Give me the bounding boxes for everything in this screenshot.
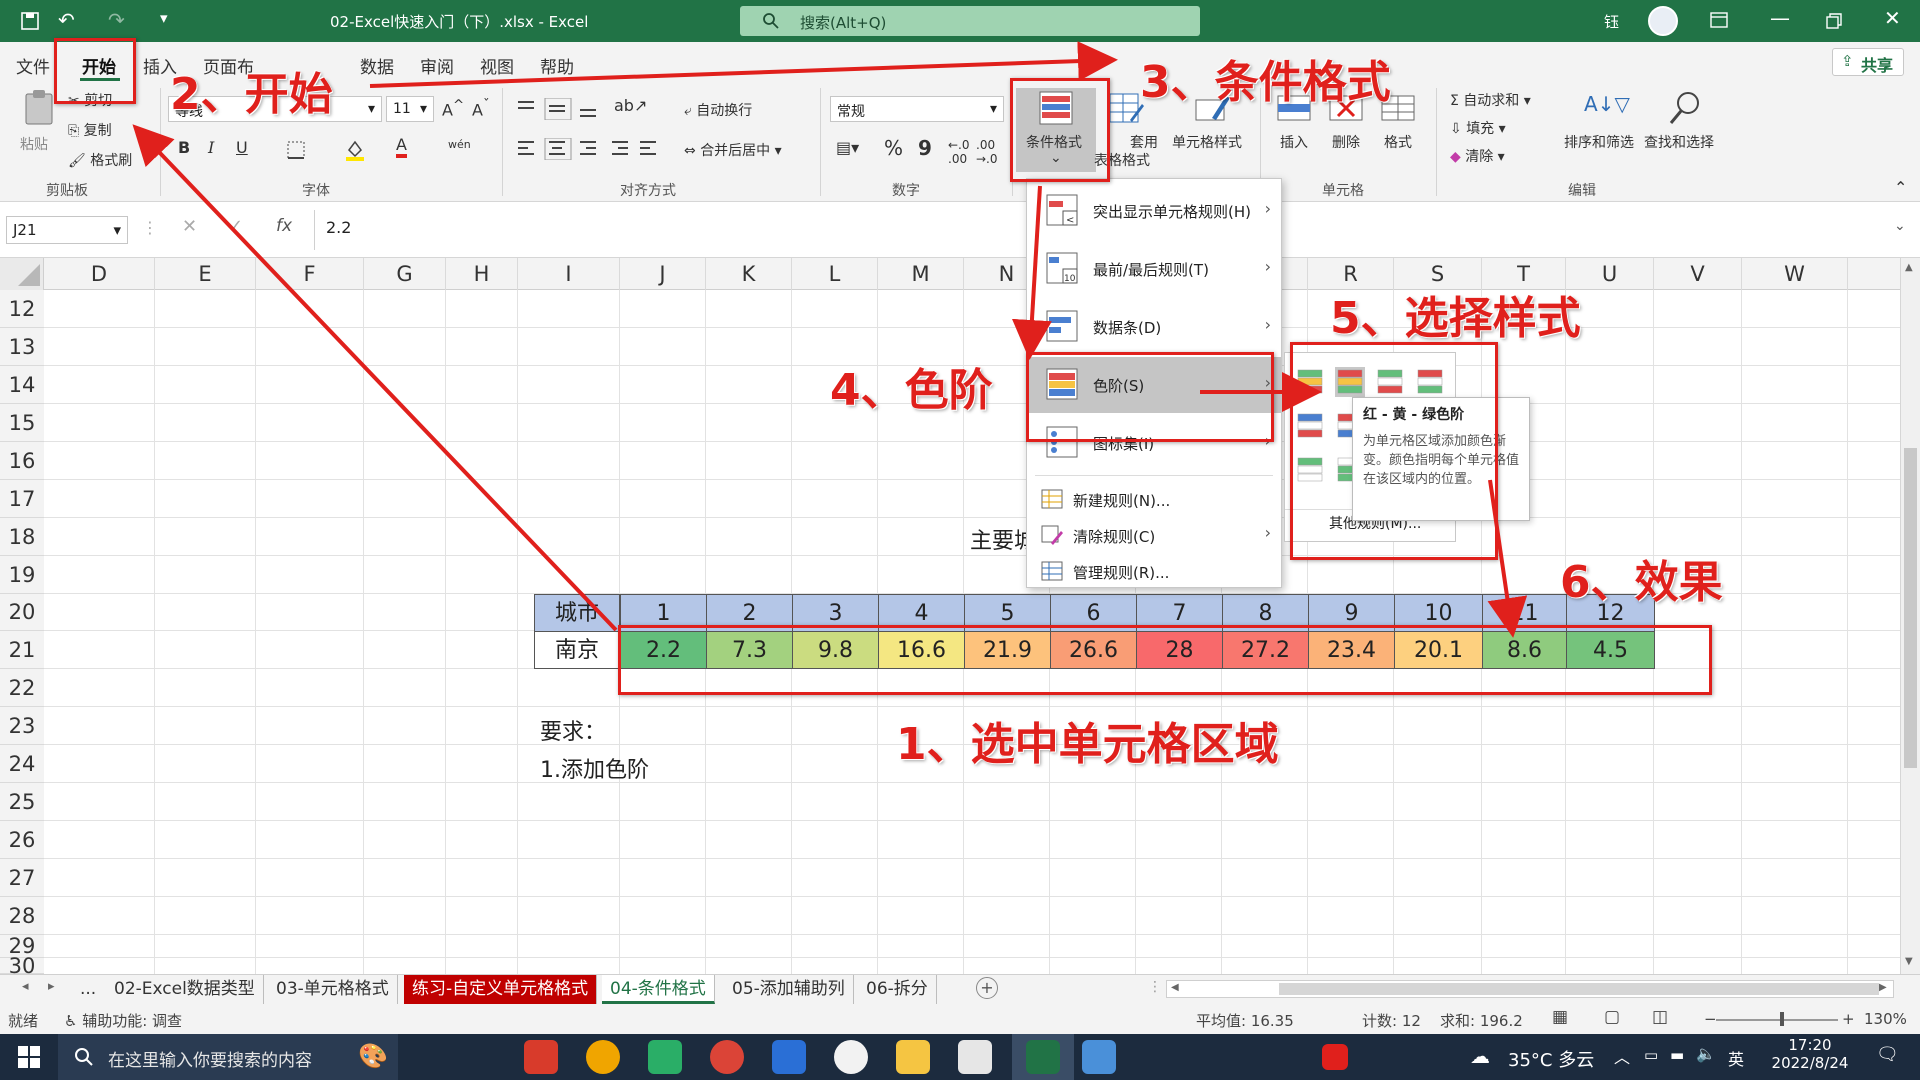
sheet-tab[interactable]: 06-拆分 bbox=[858, 975, 937, 1004]
annotation-arrows bbox=[132, 41, 1528, 638]
search-icon bbox=[75, 1048, 93, 1066]
chrome-icon[interactable] bbox=[710, 1040, 744, 1074]
annotation-step-2: 2、开始 bbox=[170, 69, 333, 120]
ime-indicator[interactable]: 英 bbox=[1728, 1046, 1744, 1070]
page-layout-view-icon[interactable]: ▢ bbox=[1604, 1007, 1620, 1027]
clock[interactable]: 17:20 2022/8/24 bbox=[1768, 1036, 1852, 1072]
sheet-tabs-bar: ◂ ▸ ... 02-Excel数据类型 03-单元格格式 练习-自定义单元格格… bbox=[0, 974, 1920, 1004]
volume-icon[interactable]: 🔈 bbox=[1696, 1044, 1716, 1063]
file-explorer-icon[interactable] bbox=[896, 1040, 930, 1074]
page-break-view-icon[interactable]: ◫ bbox=[1652, 1007, 1668, 1027]
taskbar-search[interactable]: 在这里输入你要搜索的内容 🎨 bbox=[58, 1034, 398, 1080]
sheet-tab[interactable]: 05-添加辅助列 bbox=[724, 975, 854, 1004]
zoom-out-icon[interactable]: − bbox=[1704, 1010, 1717, 1028]
sheet-tab-more[interactable]: ... bbox=[72, 975, 104, 1004]
windows-start-icon[interactable] bbox=[18, 1046, 40, 1068]
tray-chevron-icon[interactable]: ︿ bbox=[1614, 1044, 1630, 1068]
clock-date: 2022/8/24 bbox=[1771, 1054, 1849, 1072]
add-sheet-icon[interactable]: + bbox=[976, 977, 998, 999]
scroll-right-icon[interactable]: ▶ bbox=[1879, 982, 1887, 993]
qq-icon[interactable] bbox=[834, 1040, 868, 1074]
scroll-left-icon[interactable]: ◀ bbox=[1171, 982, 1179, 993]
wechat-icon[interactable] bbox=[648, 1040, 682, 1074]
accessibility-label: 辅助功能: 调查 bbox=[82, 1012, 183, 1030]
horizontal-scrollbar[interactable]: ◀ ▶ bbox=[1166, 980, 1894, 998]
zoom-in-icon[interactable]: + bbox=[1842, 1010, 1855, 1028]
scrollbar-thumb[interactable] bbox=[1279, 983, 1879, 995]
clock-time: 17:20 bbox=[1788, 1036, 1832, 1054]
status-ready: 就绪 bbox=[8, 1012, 39, 1030]
next-sheet-icon[interactable]: ▸ bbox=[48, 979, 55, 994]
weather-text[interactable]: 35°C 多云 bbox=[1508, 1046, 1594, 1072]
excel-icon bbox=[1026, 1040, 1060, 1074]
annotation-step-6: 6、效果 bbox=[1560, 557, 1723, 608]
typora-icon[interactable] bbox=[958, 1040, 992, 1074]
normal-view-icon[interactable]: ▦ bbox=[1552, 1007, 1568, 1027]
status-average: 平均值: 16.35 bbox=[1196, 1012, 1294, 1030]
annotation-step-5: 5、选择样式 bbox=[1330, 293, 1581, 344]
annotation-step-3: 3、条件格式 bbox=[1140, 57, 1391, 108]
annotation-step-4: 4、色阶 bbox=[830, 365, 993, 416]
sheet-tab[interactable]: 03-单元格格式 bbox=[268, 975, 398, 1004]
app-icon-2[interactable] bbox=[1082, 1040, 1116, 1074]
sheet-tab[interactable]: 02-Excel数据类型 bbox=[106, 975, 264, 1004]
zoom-slider-thumb[interactable] bbox=[1780, 1012, 1784, 1026]
app-icon-1[interactable] bbox=[524, 1040, 558, 1074]
taskbar: 在这里输入你要搜索的内容 🎨 ☁ 35°C 多云 ︿ ▭ ▬ 🔈 英 17:20… bbox=[0, 1034, 1920, 1080]
search-highlight-icon: 🎨 bbox=[358, 1042, 388, 1070]
annotation-step-1: 1、选中单元格区域 bbox=[896, 719, 1279, 770]
network-icon[interactable]: ▭ bbox=[1644, 1046, 1658, 1064]
prev-sheet-icon[interactable]: ◂ bbox=[22, 979, 29, 994]
tray-app-icon[interactable] bbox=[1322, 1044, 1348, 1070]
zoom-slider[interactable] bbox=[1716, 1019, 1838, 1021]
status-bar: 就绪 ♿ 辅助功能: 调查 平均值: 16.35 计数: 12 求和: 196.… bbox=[0, 1004, 1920, 1034]
vscode-icon[interactable] bbox=[772, 1040, 806, 1074]
accessibility-icon: ♿ bbox=[64, 1012, 83, 1030]
sheet-tab[interactable]: 练习-自定义单元格格式 bbox=[404, 975, 598, 1004]
zoom-level[interactable]: 130% bbox=[1864, 1010, 1907, 1028]
weather-icon[interactable]: ☁ bbox=[1470, 1044, 1490, 1068]
status-count: 计数: 12 bbox=[1362, 1012, 1421, 1030]
status-sum: 求和: 196.2 bbox=[1440, 1012, 1523, 1030]
taskbar-search-placeholder: 在这里输入你要搜索的内容 bbox=[108, 1051, 312, 1071]
accessibility-status[interactable]: ♿ 辅助功能: 调查 bbox=[64, 1010, 182, 1031]
browser-icon[interactable] bbox=[586, 1040, 620, 1074]
battery-icon[interactable]: ▬ bbox=[1670, 1046, 1684, 1064]
excel-taskbar-active[interactable] bbox=[1012, 1034, 1074, 1080]
sheet-tab-active[interactable]: 04-条件格式 bbox=[602, 975, 715, 1004]
notifications-icon[interactable]: 🗨 bbox=[1876, 1044, 1899, 1065]
tab-splitter-icon[interactable]: ⋮ bbox=[1148, 979, 1162, 995]
